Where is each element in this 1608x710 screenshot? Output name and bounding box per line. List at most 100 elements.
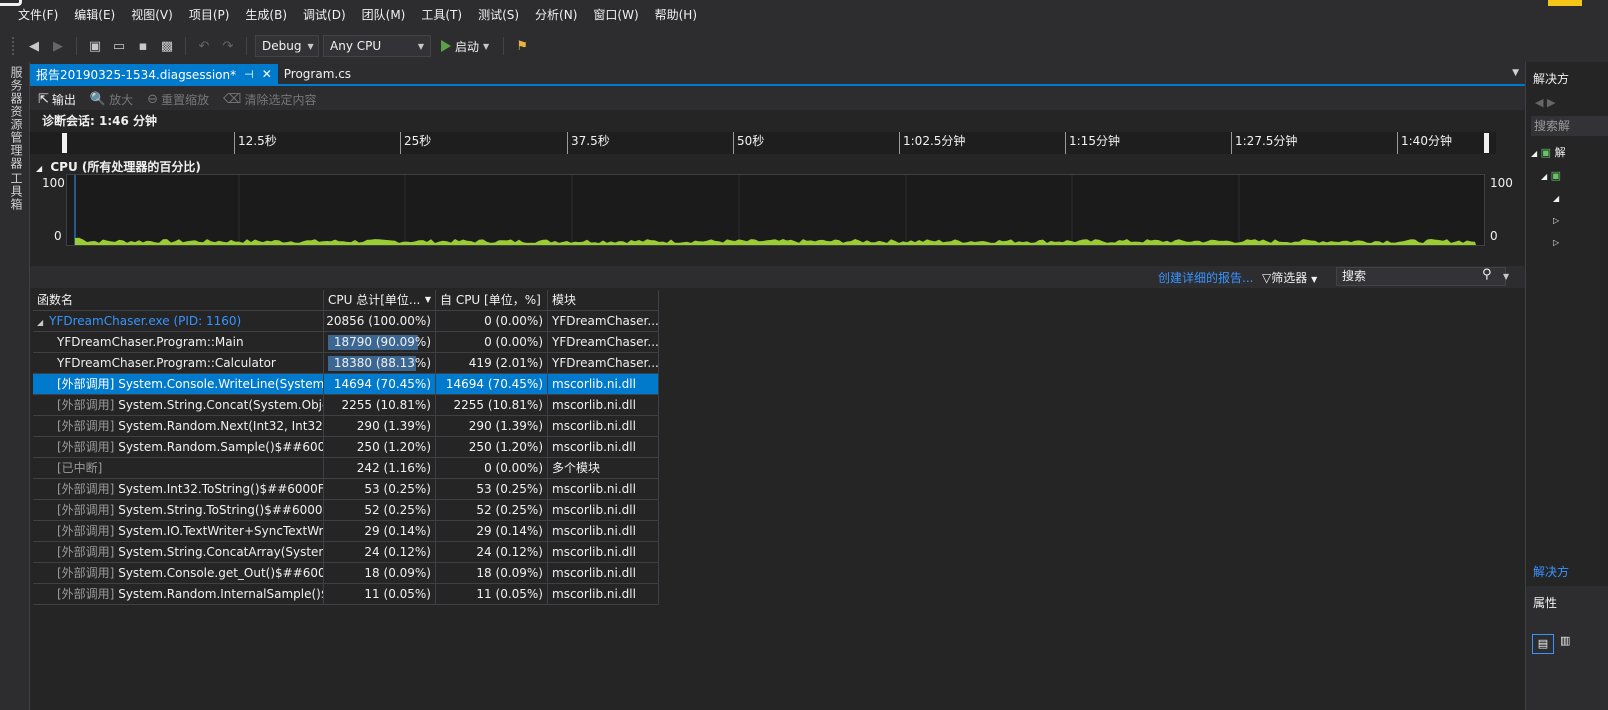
col-self-cpu[interactable]: 自 CPU [单位，%]	[436, 290, 548, 311]
table-row[interactable]: ◢ YFDreamChaser.exe (PID: 1160) 20856 (100…	[33, 311, 659, 332]
menu-item[interactable]: 团队(M)	[354, 0, 414, 30]
start-button[interactable]: 启动 ▼	[435, 38, 495, 55]
function-name-cell: [外部调用] System.String.ToString()$##600053…	[33, 500, 324, 521]
alphabetical-icon[interactable]: ▥	[1560, 634, 1570, 647]
expand-icon[interactable]: ◢	[1531, 188, 1566, 210]
table-row[interactable]: [外部调用] System.Random.Next(Int32, Int32).…	[33, 416, 659, 437]
menu-item[interactable]: 调试(D)	[295, 0, 354, 30]
cpu-usage-graph[interactable]	[66, 174, 1485, 246]
col-total-cpu[interactable]: CPU 总计[单位... ▼	[324, 290, 436, 311]
menu-item[interactable]: 项目(P)	[181, 0, 238, 30]
create-detailed-report-link[interactable]: 创建详细的报告...	[1158, 269, 1253, 286]
open-file-icon[interactable]: ▭	[109, 36, 129, 56]
menu-item[interactable]: 生成(B)	[237, 0, 295, 30]
search-input[interactable]: 搜索	[1336, 267, 1506, 286]
toolbar-grip[interactable]	[12, 37, 16, 55]
cpu-y-max-left: 100	[42, 176, 65, 190]
categorized-icon[interactable]: ▤	[1532, 634, 1554, 654]
menu-item[interactable]: 测试(S)	[470, 0, 527, 30]
table-row[interactable]: [外部调用] System.String.ConcatArray(System.…	[33, 542, 659, 563]
table-row[interactable]: [外部调用] System.Random.InternalSample()$..…	[33, 584, 659, 605]
performance-profiler-icon[interactable]: ⚑	[512, 36, 532, 56]
solution-explorer-tab[interactable]: 解决方	[1533, 563, 1569, 580]
table-row[interactable]: [外部调用] System.String.ToString()$##600053…	[33, 500, 659, 521]
pin-icon[interactable]: ⊣	[244, 68, 254, 81]
call-type-tag: [外部调用]	[57, 587, 115, 601]
table-row[interactable]: [外部调用] System.String.Concat(System.Obje.…	[33, 395, 659, 416]
table-row[interactable]: [外部调用] System.Console.WriteLine(System..…	[33, 374, 659, 395]
tab-program-cs[interactable]: Program.cs	[278, 64, 357, 84]
timeline-end-handle[interactable]	[1484, 133, 1489, 153]
function-name: System.Console.get_Out()$##6000...	[118, 566, 324, 580]
tab-diagsession[interactable]: 报告20190325-1534.diagsession* ⊣ ✕	[30, 64, 278, 84]
menu-item[interactable]: 视图(V)	[123, 0, 181, 30]
save-all-icon[interactable]: ▩	[157, 36, 177, 56]
close-icon[interactable]: ✕	[262, 67, 272, 81]
play-icon	[441, 40, 451, 52]
total-cpu-cell: 11 (0.05%)	[324, 584, 436, 605]
expand-icon[interactable]: ◢	[37, 318, 43, 327]
function-name-cell: [已中断]	[33, 458, 324, 479]
collapsed-node-icon[interactable]: ▷	[1531, 210, 1566, 232]
total-cpu-cell-value: 29 (0.14%)	[364, 524, 431, 538]
feedback-badge[interactable]	[1548, 0, 1582, 6]
search-dropdown-icon[interactable]: ▼	[1503, 272, 1509, 281]
menu-item[interactable]: 工具(T)	[413, 0, 470, 30]
call-type-tag: [外部调用]	[57, 503, 115, 517]
filter-button[interactable]: ▽筛选器 ▼	[1262, 269, 1317, 286]
solution-search-input[interactable]: 搜索解	[1531, 116, 1608, 136]
back-icon[interactable]: ◀	[24, 36, 44, 56]
menu-item[interactable]: 分析(N)	[527, 0, 585, 30]
table-row[interactable]: [已中断] 242 (1.16%) 0 (0.00%) 多个模块	[33, 458, 659, 479]
new-project-icon[interactable]: ▣	[85, 36, 105, 56]
menu-item[interactable]: 帮助(H)	[647, 0, 705, 30]
function-name: YFDreamChaser.exe (PID: 1160)	[49, 314, 242, 328]
total-cpu-cell: 29 (0.14%)	[324, 521, 436, 542]
total-cpu-cell: 24 (0.12%)	[324, 542, 436, 563]
table-row[interactable]: [外部调用] System.Int32.ToString()$##6000F47…	[33, 479, 659, 500]
clear-selection-button[interactable]: ⌫ 清除选定内容	[223, 91, 316, 108]
collapsed-node-icon[interactable]: ▷	[1531, 232, 1566, 254]
export-icon: ⇱	[38, 91, 49, 107]
timeline-ruler[interactable]: 12.5秒 25秒 37.5秒 50秒 1:02.5分钟 1:15分钟 1:27.5分钟 1:…	[30, 132, 1496, 154]
platform-select[interactable]: Any CPU ▼	[323, 35, 431, 57]
undo-icon[interactable]: ↶	[194, 36, 214, 56]
function-name: System.String.Concat(System.Obje...	[118, 398, 324, 412]
reset-zoom-button[interactable]: ⊖ 重置缩放	[147, 91, 209, 108]
table-row[interactable]: [外部调用] System.Console.get_Out()$##6000..…	[33, 563, 659, 584]
module-cell: YFDreamChaser....	[548, 311, 659, 332]
toolbox-tab[interactable]: 工具箱	[8, 172, 25, 211]
save-icon[interactable]: ▪	[133, 36, 153, 56]
menu-item[interactable]: 编辑(E)	[66, 0, 123, 30]
menu-item[interactable]: 窗口(W)	[585, 0, 646, 30]
forward-icon[interactable]: ▶	[48, 36, 68, 56]
call-type-tag: [外部调用]	[57, 419, 115, 433]
toolbar-separator	[76, 37, 77, 55]
function-name: System.String.ToString()$##6000532	[118, 503, 324, 517]
self-cpu-cell-value: 24 (0.12%)	[476, 545, 543, 559]
tabs-dropdown-icon[interactable]: ▼	[1512, 68, 1519, 78]
table-row[interactable]: YFDreamChaser.Program::Main 18790 (90.09%…	[33, 332, 659, 353]
search-icon[interactable]: ⚲	[1482, 267, 1492, 282]
table-row[interactable]: [外部调用] System.Random.Sample()$##6001... 2…	[33, 437, 659, 458]
table-row[interactable]: [外部调用] System.IO.TextWriter+SyncTextWri.…	[33, 521, 659, 542]
col-function-name[interactable]: 函数名	[33, 290, 324, 311]
function-name: System.String.ConcatArray(System....	[118, 545, 324, 559]
nav-back-forward-icon[interactable]: ◀ ▶	[1535, 96, 1555, 109]
table-row[interactable]: YFDreamChaser.Program::Calculator 18380 (…	[33, 353, 659, 374]
server-explorer-tab[interactable]: 服务器资源管理器	[8, 66, 25, 170]
total-cpu-cell-value: 24 (0.12%)	[364, 545, 431, 559]
zoom-in-button[interactable]: 🔍 放大	[90, 91, 133, 108]
cpu-graph-title[interactable]: ◢ CPU (所有处理器的百分比)	[36, 158, 201, 175]
total-cpu-cell: 20856 (100.00%)	[324, 311, 436, 332]
output-button[interactable]: ⇱ 输出	[38, 91, 76, 108]
timeline-start-handle[interactable]	[62, 133, 67, 153]
solution-node[interactable]: ◢ ▣ 解	[1531, 142, 1566, 165]
solution-config-select[interactable]: Debug ▼	[255, 35, 319, 57]
solution-node-label: 解	[1554, 146, 1566, 159]
col-module[interactable]: 模块	[548, 290, 659, 311]
call-type-tag: [外部调用]	[57, 398, 115, 412]
project-node[interactable]: ◢ ▣	[1531, 165, 1566, 188]
redo-icon[interactable]: ↷	[218, 36, 238, 56]
timeline-tick-label: 25秒	[400, 132, 431, 154]
